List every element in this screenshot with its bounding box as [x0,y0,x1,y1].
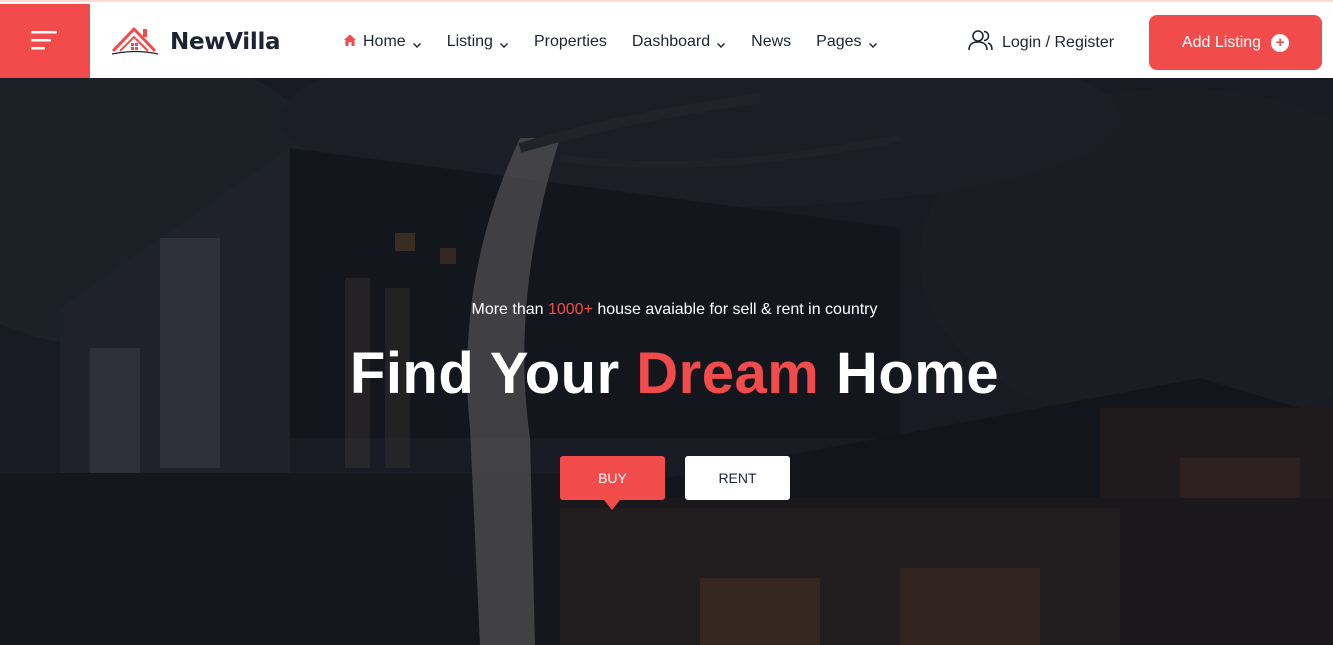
hero-subtitle-count: 1000+ [547,301,593,318]
menu-toggle-button[interactable] [0,4,90,80]
nav-label-home: Home [363,33,406,50]
main-nav: Home Listing Properties Dashboard News P… [343,30,903,54]
nav-item-listing[interactable]: Listing [447,33,509,51]
nav-item-dashboard[interactable]: Dashboard [632,33,726,51]
logo-text: NewVilla [170,29,281,55]
nav-label-dashboard: Dashboard [631,33,711,50]
hero-subtitle-suffix: house avaiable for sell & rent in countr… [592,301,878,318]
nav-label-news: News [751,33,792,50]
site-logo[interactable]: NewVilla [110,23,281,62]
user-icon [968,28,994,57]
chevron-down-icon [499,37,509,48]
nav-label-properties: Properties [533,33,607,50]
nav-label-listing: Listing [446,33,493,50]
hero-subtitle-prefix: More than [471,301,548,318]
active-tab-pointer [604,500,620,510]
hero-headline: Find Your Dream Home [0,340,1333,407]
login-label: Login / Register [1002,33,1115,51]
nav-item-home[interactable]: Home [343,33,422,52]
tab-buy[interactable]: BUY [560,456,665,510]
tab-rent-label: RENT [718,470,757,486]
menu-icon [31,28,59,57]
tab-rent[interactable]: RENT [685,456,790,500]
nav-item-news[interactable]: News [751,33,791,51]
home-icon [343,33,357,52]
tab-buy-label: BUY [598,470,627,486]
plus-circle-icon: + [1271,33,1290,52]
headline-part2: Home [819,341,1000,406]
logo-house-icon [110,23,160,62]
chevron-down-icon [716,37,726,48]
chevron-down-icon [412,37,422,48]
nav-item-pages[interactable]: Pages [816,33,877,51]
headline-accent: Dream [636,341,820,406]
login-register-link[interactable]: Login / Register [968,28,1114,57]
nav-item-properties[interactable]: Properties [534,33,607,51]
hero-section: More than 1000+ house avaiable for sell … [0,78,1333,645]
site-header: NewVilla Home Listing Properties Dashboa… [0,0,1333,80]
chevron-down-icon [868,37,878,48]
hero-subtitle: More than 1000+ house avaiable for sell … [0,301,1333,319]
nav-label-pages: Pages [816,33,862,50]
add-listing-button[interactable]: Add Listing + [1149,15,1322,70]
add-listing-label: Add Listing [1181,33,1262,51]
headline-part1: Find Your [349,341,637,406]
